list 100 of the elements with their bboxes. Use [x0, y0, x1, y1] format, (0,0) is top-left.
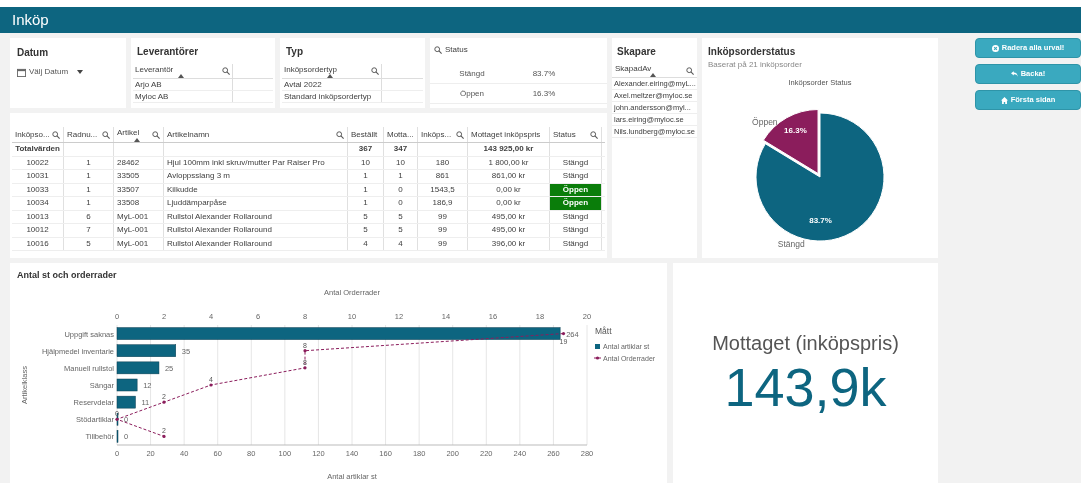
legend-swatch [595, 343, 600, 349]
table-cell: 99 [418, 237, 468, 250]
bar [116, 378, 138, 391]
column-header[interactable]: Inköpso... [15, 128, 50, 141]
panel-title: Datum [17, 46, 50, 60]
table-cell: Stängd [550, 224, 602, 237]
table-cell: 10022 [12, 156, 64, 169]
panel-title: Leverantörer [136, 45, 200, 59]
table-cell: 5 [384, 210, 418, 223]
table-cell: 4 [384, 237, 418, 250]
column-header[interactable]: Artikel [117, 128, 140, 137]
search-icon[interactable] [434, 46, 442, 54]
clear-circle-icon [991, 44, 999, 52]
table-cell: 10 [348, 156, 384, 169]
panel-title: Status [445, 44, 468, 56]
column-header[interactable]: Status [553, 128, 576, 141]
table-cell: 33507 [114, 183, 164, 196]
table-cell: 28462 [114, 156, 164, 169]
panel-title: Inköpsorderstatus [708, 45, 797, 59]
search-icon[interactable] [102, 130, 110, 139]
table-cell: MyL-001 [114, 210, 164, 223]
list-item[interactable]: Standard inköpsordertyp [282, 91, 382, 102]
table-cell: 4 [348, 237, 384, 250]
line-point [561, 331, 566, 335]
table-cell: Stängd [550, 170, 602, 183]
list-item[interactable]: Myloc AB [133, 91, 233, 102]
table-cell: 10033 [12, 183, 64, 196]
sort-arrow-icon [650, 73, 656, 77]
table-cell: Ljuddämparpåse [164, 197, 348, 210]
table-cell: 1 [64, 156, 114, 169]
sort-arrow-icon [178, 74, 184, 78]
list-item[interactable]: Avtal 2022 [282, 79, 382, 90]
home-icon [1000, 96, 1008, 104]
panel-title: Typ [285, 45, 305, 59]
table-cell: 5 [348, 210, 384, 223]
table-cell: 5 [384, 224, 418, 237]
legend-title: Mått [595, 325, 612, 336]
column-header: Leverantör [135, 65, 174, 74]
column-header: SkapadAv [615, 64, 652, 73]
table-cell: 396,00 kr [468, 237, 550, 250]
table-cell: Kilkudde [164, 183, 348, 196]
table-cell: 1 [64, 197, 114, 210]
table-cell: 495,00 kr [468, 224, 550, 237]
total-cell: Totalvärden [12, 143, 64, 156]
list-item[interactable]: Stängd [430, 67, 514, 80]
search-icon[interactable] [590, 130, 598, 139]
panel-title: Skapare [616, 45, 657, 59]
table-cell: MyL-001 [114, 237, 164, 250]
table-cell: 180 [418, 156, 468, 169]
table-cell: Stängd [550, 210, 602, 223]
table-cell: 0 [384, 183, 418, 196]
search-icon[interactable] [52, 130, 60, 139]
table-cell: 495,00 kr [468, 210, 550, 223]
column-header[interactable]: Beställt [351, 128, 378, 141]
table-cell: 99 [418, 210, 468, 223]
table-cell: 10013 [12, 210, 64, 223]
table-cell: 1 [348, 183, 384, 196]
back-arrow-icon [1010, 71, 1018, 77]
list-item[interactable]: Arjo AB [133, 79, 233, 90]
line-point [209, 382, 213, 387]
calendar-icon [17, 67, 26, 77]
list-item[interactable]: Öppen [430, 87, 514, 100]
kpi-label: Mottaget (inköpspris) [712, 331, 899, 357]
line-point [162, 400, 166, 404]
table-cell: 1 [64, 183, 114, 196]
bar [116, 429, 119, 443]
total-cell: 367 [348, 143, 384, 156]
column-header[interactable]: Inköps... [421, 128, 452, 141]
slice-value-label: 16.3% [784, 126, 807, 136]
search-icon[interactable] [222, 67, 230, 75]
column-header: Inköpsordertyp [284, 65, 337, 74]
caret-icon [77, 70, 84, 74]
table-cell: 10016 [12, 237, 64, 250]
table-cell: 5 [64, 237, 114, 250]
table-cell: 1 [384, 170, 418, 183]
date-picker[interactable]: Välj Datum [17, 66, 119, 78]
slice-value-label: 83.7% [809, 216, 832, 226]
panel-title: Antal st och orderrader [17, 269, 118, 282]
line-point [162, 434, 166, 438]
bar [116, 412, 119, 426]
table-cell: 0 [384, 197, 418, 210]
slice-category-label: Öppen [752, 116, 778, 127]
table-cell: 861,00 kr [468, 170, 550, 183]
panel-subtitle: Baserat på 21 inköpsorder [708, 59, 803, 71]
search-icon[interactable] [456, 130, 464, 139]
column-header[interactable]: Artikelnamn [167, 128, 210, 141]
column-header[interactable]: Radnu... [67, 128, 98, 141]
search-icon[interactable] [152, 130, 160, 139]
search-icon[interactable] [371, 67, 379, 75]
share-value: 83.7% [531, 67, 557, 80]
share-value: 16.3% [531, 87, 557, 100]
table-cell: 6 [64, 210, 114, 223]
column-header[interactable]: Motta... [387, 128, 414, 141]
table-cell: 5 [348, 224, 384, 237]
column-header[interactable]: Mottaget inköpspris [471, 128, 541, 141]
table-cell: Rullstol Alexander Rollaround [164, 237, 348, 250]
line-point [115, 417, 119, 421]
search-icon[interactable] [686, 66, 694, 75]
table-cell: 186,9 [418, 197, 468, 210]
search-icon[interactable] [336, 130, 344, 139]
